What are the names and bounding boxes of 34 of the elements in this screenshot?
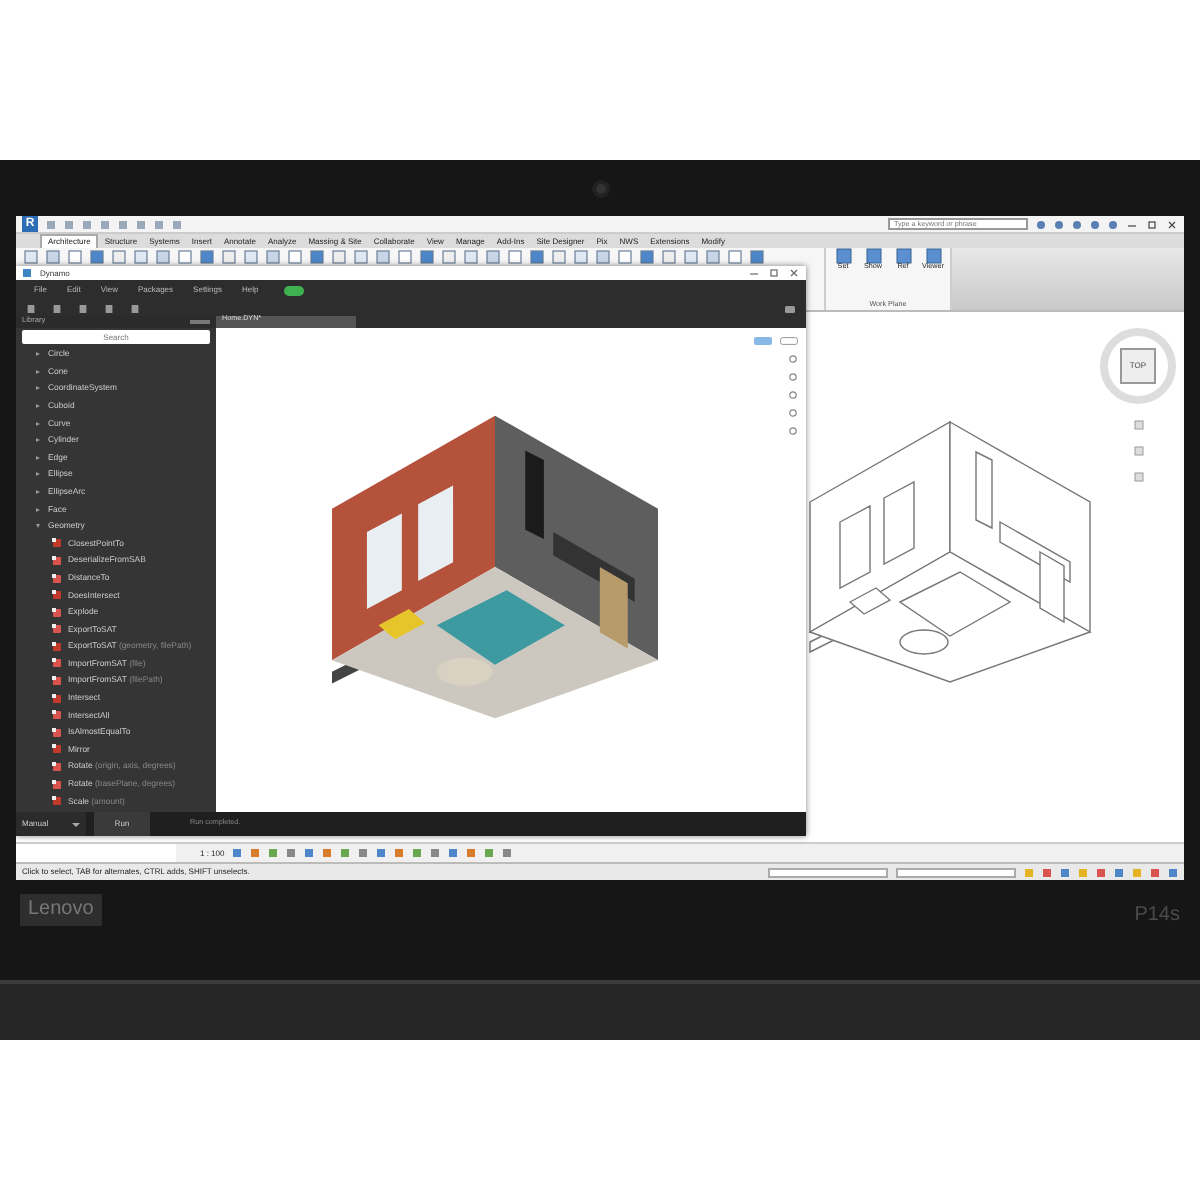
dynamo-logo-icon: [22, 268, 32, 278]
node-icon[interactable]: [52, 727, 62, 738]
node-icon[interactable]: [52, 762, 62, 773]
node-icon[interactable]: [52, 607, 62, 618]
node-icon[interactable]: [52, 538, 62, 549]
workset-field[interactable]: [768, 867, 888, 877]
graph-view-icon[interactable]: [754, 336, 772, 346]
minimize-icon[interactable]: [748, 268, 760, 278]
node-icon[interactable]: [52, 710, 62, 721]
design-option-field[interactable]: [896, 867, 1016, 877]
toggle-switch[interactable]: [284, 285, 305, 295]
new-file-icon[interactable]: [26, 303, 36, 313]
node-icon[interactable]: [52, 744, 62, 755]
maximize-icon[interactable]: [768, 268, 780, 278]
geometry-view-icon[interactable]: [780, 336, 798, 346]
node-icon[interactable]: [52, 555, 62, 566]
node-icon[interactable]: [52, 658, 62, 669]
close-icon[interactable]: [788, 268, 800, 278]
minimize-icon[interactable]: [1126, 219, 1138, 229]
node-icon[interactable]: [52, 624, 62, 635]
close-icon[interactable]: [1166, 219, 1178, 229]
save-icon[interactable]: [78, 303, 88, 313]
caret-icon: [72, 821, 80, 827]
maximize-icon[interactable]: [1146, 219, 1158, 229]
node-icon[interactable]: [52, 796, 62, 807]
node-icon[interactable]: [52, 641, 62, 652]
panel-menu-icon[interactable]: [190, 318, 210, 326]
node-icon[interactable]: [52, 693, 62, 704]
node-icon[interactable]: [52, 779, 62, 790]
brand-logo: Lenovo: [20, 894, 102, 926]
node-icon[interactable]: [52, 676, 62, 687]
node-icon[interactable]: [52, 590, 62, 601]
node-icon[interactable]: [52, 573, 62, 584]
webcam: [591, 179, 609, 197]
